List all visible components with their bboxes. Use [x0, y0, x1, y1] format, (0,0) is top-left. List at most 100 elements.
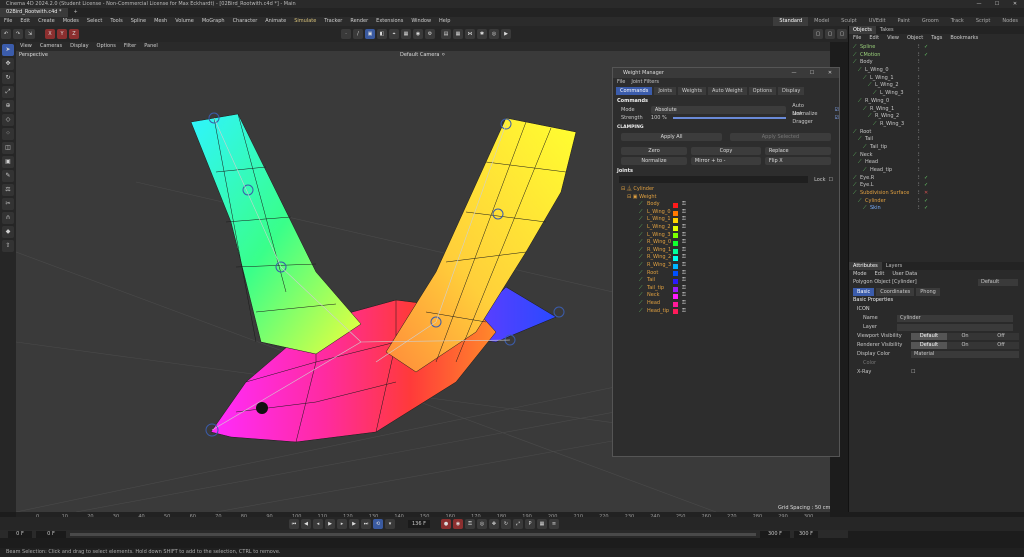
- layout-sculpt[interactable]: Sculpt: [835, 17, 863, 26]
- joint-row[interactable]: ⟋ L_Wing_1 ⚿: [621, 216, 833, 224]
- layout-1-icon[interactable]: ▢: [813, 29, 823, 39]
- layout-script[interactable]: Script: [970, 17, 997, 26]
- wm-minimize-button[interactable]: —: [785, 69, 803, 77]
- joint-lock-icon[interactable]: ⚿: [682, 216, 686, 224]
- viewport-menu-filter[interactable]: Filter: [120, 42, 140, 51]
- extrude-tool-icon[interactable]: ⇧: [2, 240, 14, 252]
- object-row[interactable]: ⟋ Skin ⁝ ✓: [849, 205, 1024, 213]
- objects-menu-file[interactable]: File: [849, 34, 865, 42]
- grid-icon[interactable]: ▦: [453, 29, 463, 39]
- go-end-icon[interactable]: ⏭: [361, 519, 371, 529]
- menu-render[interactable]: Render: [346, 17, 372, 26]
- timeline-icon[interactable]: ≡: [549, 519, 559, 529]
- joint-lock-icon[interactable]: ⚿: [682, 224, 686, 232]
- zero-button[interactable]: Zero: [621, 147, 688, 155]
- joint-row[interactable]: ⟋ L_Wing_3 ⚿: [621, 232, 833, 240]
- move-tool-icon[interactable]: ✥: [2, 58, 14, 70]
- joint-row[interactable]: ⟋ Body ⚿: [621, 201, 833, 209]
- wm-tab-joints[interactable]: Joints: [654, 86, 676, 95]
- lock-icon[interactable]: ▤: [441, 29, 451, 39]
- prev-key-icon[interactable]: ◀: [301, 519, 311, 529]
- menu-tools[interactable]: Tools: [106, 17, 126, 26]
- object-row[interactable]: ⟋ R_Wing_1 ⁝: [849, 106, 1024, 114]
- object-row[interactable]: ⟋ Root ⁝: [849, 129, 1024, 137]
- joint-tree-group[interactable]: ⊟ ▣ Weight: [621, 194, 833, 202]
- visibility-dots-icon[interactable]: ⁝: [918, 113, 924, 121]
- copy-button[interactable]: Copy: [690, 147, 761, 155]
- snap-icon[interactable]: ⌖: [389, 29, 399, 39]
- attributes-subtab-phong[interactable]: Phong: [916, 287, 940, 296]
- light-icon[interactable]: ✱: [477, 29, 487, 39]
- object-row[interactable]: ⟋ Tail ⁝: [849, 136, 1024, 144]
- object-check-icon[interactable]: ✓: [924, 205, 928, 213]
- joint-row[interactable]: ⟋ R_Wing_2 ⚿: [621, 254, 833, 262]
- menu-character[interactable]: Character: [229, 17, 262, 26]
- axis-y-toggle[interactable]: Y: [57, 29, 67, 39]
- uv-mode-icon[interactable]: ◧: [377, 29, 387, 39]
- objects-tab-objects[interactable]: Objects: [849, 26, 876, 34]
- wm-maximize-button[interactable]: ☐: [803, 69, 821, 77]
- strength-slider[interactable]: [672, 117, 787, 119]
- polygons-mode-icon[interactable]: ▣: [365, 29, 375, 39]
- attributes-subtab-coordinates[interactable]: Coordinates: [876, 287, 915, 296]
- menu-modes[interactable]: Modes: [59, 17, 83, 26]
- joint-lock-icon[interactable]: ⚿: [682, 277, 686, 285]
- joint-color-swatch[interactable]: [673, 294, 678, 300]
- joint-row[interactable]: ⟋ Neck ⚿: [621, 292, 833, 300]
- joint-lock-icon[interactable]: ⚿: [682, 239, 686, 247]
- render-vis-default[interactable]: Default: [911, 342, 947, 349]
- wm-menu-file[interactable]: File: [617, 78, 625, 86]
- edges-mode-icon[interactable]: /: [353, 29, 363, 39]
- rotate-key-icon[interactable]: ↻: [501, 519, 511, 529]
- joint-lock-icon[interactable]: ⚿: [682, 270, 686, 278]
- viewport-menu-display[interactable]: Display: [66, 42, 92, 51]
- menu-tracker[interactable]: Tracker: [320, 17, 346, 26]
- joint-color-swatch[interactable]: [673, 286, 678, 292]
- joint-color-swatch[interactable]: [673, 210, 678, 216]
- attributes-tab-layers[interactable]: Layers: [882, 262, 907, 270]
- bevel-tool-icon[interactable]: ◆: [2, 226, 14, 238]
- visibility-dots-icon[interactable]: ⁝: [918, 129, 924, 137]
- object-row[interactable]: ⟋ Tail_tip ⁝: [849, 144, 1024, 152]
- start-frame-b[interactable]: 0 F: [36, 530, 66, 538]
- motion-icon[interactable]: ◎: [477, 519, 487, 529]
- visibility-dots-icon[interactable]: ⁝: [918, 167, 924, 175]
- menu-window[interactable]: Window: [407, 17, 435, 26]
- menu-volume[interactable]: Volume: [171, 17, 198, 26]
- joint-color-swatch[interactable]: [673, 225, 678, 231]
- paint-tool-icon[interactable]: ✎: [2, 170, 14, 182]
- apply-all-button[interactable]: Apply All: [621, 133, 723, 141]
- object-row[interactable]: ⟋ Eye.L ⁝ ✓: [849, 182, 1024, 190]
- next-key-icon[interactable]: ▶: [349, 519, 359, 529]
- render-vis-on[interactable]: On: [947, 342, 983, 349]
- layer-input[interactable]: [897, 324, 1013, 331]
- object-row[interactable]: ⟋ Head_tip ⁝: [849, 167, 1024, 175]
- viewport-vis-off[interactable]: Off: [983, 333, 1019, 340]
- preset-dropdown[interactable]: Default: [978, 279, 1018, 286]
- object-row[interactable]: ⟋ R_Wing_2 ⁝: [849, 113, 1024, 121]
- joint-lock-icon[interactable]: ⚿: [682, 254, 686, 262]
- attributes-subtab-basic[interactable]: Basic: [853, 287, 875, 296]
- joint-lock-icon[interactable]: ⚿: [682, 262, 686, 270]
- pla-key-icon[interactable]: ▦: [537, 519, 547, 529]
- move-button[interactable]: ⇲: [25, 29, 35, 39]
- menu-extensions[interactable]: Extensions: [372, 17, 407, 26]
- viewport-menu-options[interactable]: Options: [93, 42, 120, 51]
- menu-edit[interactable]: Edit: [16, 17, 34, 26]
- joint-lock-icon[interactable]: ⚿: [682, 292, 686, 300]
- joint-lock-icon[interactable]: ⚿: [682, 300, 686, 308]
- joint-color-swatch[interactable]: [673, 233, 678, 239]
- joint-color-swatch[interactable]: [673, 248, 678, 254]
- polys-tool-icon[interactable]: ▣: [2, 156, 14, 168]
- joint-row[interactable]: ⟋ R_Wing_3 ⚿: [621, 262, 833, 270]
- maximize-button[interactable]: ☐: [988, 0, 1006, 8]
- object-row[interactable]: ⟋ CMotion ⁝ ✓: [849, 52, 1024, 60]
- menu-spline[interactable]: Spline: [127, 17, 150, 26]
- object-row[interactable]: ⟋ Spline ⁝ ✓: [849, 44, 1024, 52]
- wm-tab-weights[interactable]: Weights: [677, 86, 707, 95]
- object-check-icon[interactable]: ✕: [924, 190, 928, 198]
- layout-paint[interactable]: Paint: [892, 17, 916, 26]
- layout-3-icon[interactable]: ▢: [837, 29, 847, 39]
- joint-color-swatch[interactable]: [673, 202, 678, 208]
- normalize-button[interactable]: Normalize: [621, 157, 688, 165]
